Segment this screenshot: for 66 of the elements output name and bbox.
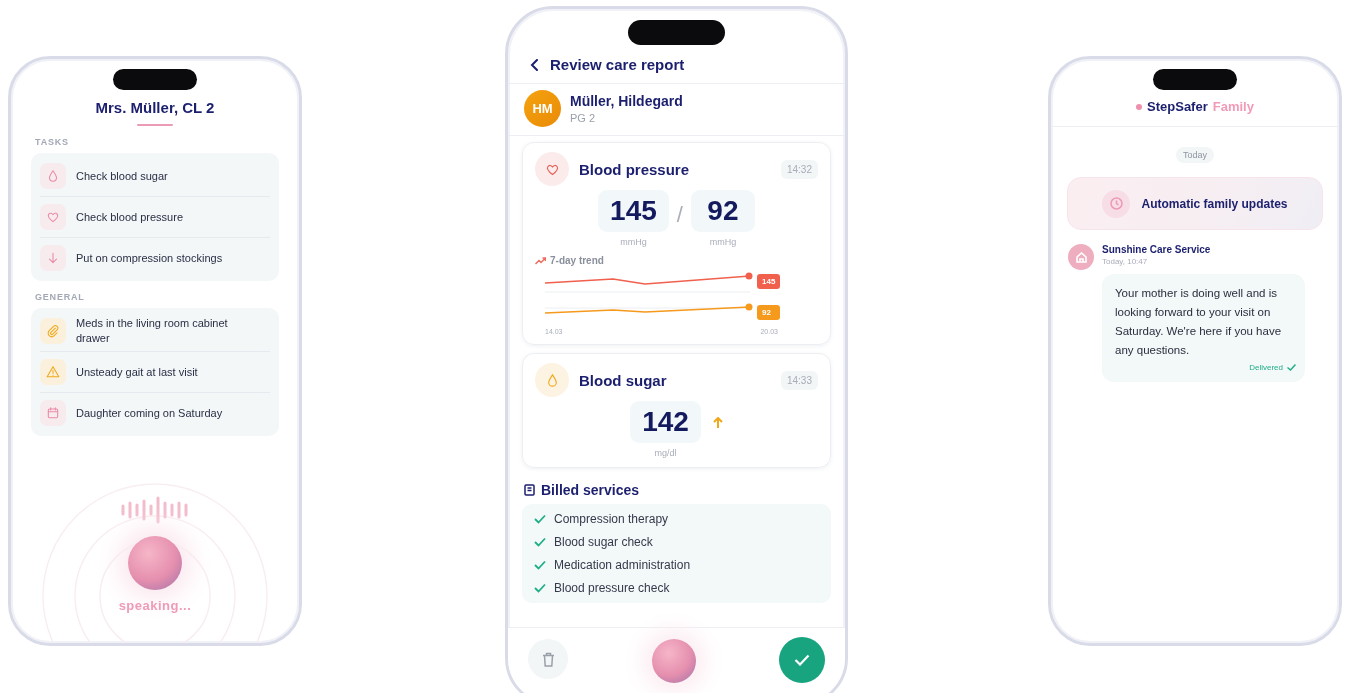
- voice-orb[interactable]: [128, 536, 182, 590]
- reading-unit: mmHg: [620, 237, 647, 247]
- sender-name: Sunshine Care Service: [1102, 244, 1212, 255]
- check-icon: [794, 654, 810, 666]
- time-chip: 14:33: [780, 370, 818, 390]
- drop-icon: [46, 169, 60, 183]
- patient-avatar: HM: [524, 90, 561, 127]
- check-icon: [534, 537, 546, 547]
- section-heading: TASKS: [35, 137, 69, 147]
- service-item: Blood pressure check: [554, 581, 670, 595]
- reading-value: 142: [630, 401, 701, 443]
- section-heading: GENERAL: [35, 292, 85, 302]
- service-item: Blood sugar check: [554, 535, 653, 549]
- service-item: Medication administration: [554, 558, 691, 572]
- delete-button[interactable]: [528, 639, 568, 679]
- voice-orb[interactable]: [651, 639, 696, 683]
- back-icon[interactable]: [530, 58, 540, 71]
- check-icon: [1287, 364, 1296, 371]
- trash-icon: [541, 651, 555, 667]
- section-heading: Billed services: [541, 482, 640, 498]
- title-underline: [137, 124, 173, 126]
- list-item-text: Unsteady gait at last visit: [76, 364, 198, 380]
- document-icon: [524, 484, 535, 496]
- brand-name: StepSafer: [1147, 99, 1208, 114]
- banner-text: Automatic family updates: [1141, 196, 1288, 211]
- clock-icon: [1110, 197, 1123, 210]
- screen-title: Mrs. Müller, CL 2: [95, 99, 215, 116]
- reading-value: 145: [598, 190, 669, 232]
- reading-unit: mg/dl: [654, 448, 677, 458]
- value-label: 92: [757, 305, 781, 320]
- check-icon: [534, 560, 546, 570]
- list-item-text: Check blood pressure: [76, 209, 183, 225]
- reading-unit: mmHg: [709, 237, 737, 247]
- delivery-status: Delivered: [1249, 363, 1283, 372]
- trend-icon: [535, 256, 546, 265]
- list-item-text: Meds in the living room cabinet drawer: [76, 316, 229, 346]
- calendar-icon: [46, 406, 60, 420]
- heart-icon: [46, 210, 60, 224]
- reading-separator: /: [676, 202, 683, 228]
- vital-title: Blood sugar: [579, 371, 668, 389]
- down-arrow-icon: [46, 251, 60, 265]
- trend-label: 7-day trend: [550, 255, 604, 266]
- brand-dot: [1136, 103, 1143, 110]
- check-icon: [534, 514, 546, 524]
- voice-status: speaking...: [118, 598, 192, 613]
- message-time: Today, 10:47: [1102, 257, 1149, 266]
- check-icon: [534, 583, 546, 593]
- sound-wave-icon: [119, 496, 191, 524]
- screen-title: Review care report: [550, 56, 685, 73]
- house-icon: [1075, 251, 1087, 263]
- paperclip-icon: [46, 324, 60, 338]
- service-item: Compression therapy: [554, 512, 669, 526]
- brand-suffix: Family: [1212, 99, 1254, 114]
- care-level: PG 2: [570, 112, 597, 124]
- message-text: Your mother is doing well and is looking forward to your visit on Saturday. We're here if you have any questions.: [1115, 286, 1283, 358]
- value-label: 145: [757, 274, 781, 289]
- time-chip: 14:32: [780, 159, 818, 179]
- vital-title: Blood pressure: [579, 160, 691, 178]
- list-item-text: Put on compression stockings: [76, 250, 223, 266]
- warning-icon: [46, 365, 60, 379]
- patient-name: Müller, Hildegard: [570, 93, 683, 109]
- confirm-button[interactable]: [779, 637, 825, 683]
- date-chip: Today: [1176, 147, 1214, 163]
- list-item-text: Daughter coming on Saturday: [76, 405, 223, 421]
- reading-value: 92: [690, 190, 755, 232]
- list-item-text: Check blood sugar: [76, 168, 168, 184]
